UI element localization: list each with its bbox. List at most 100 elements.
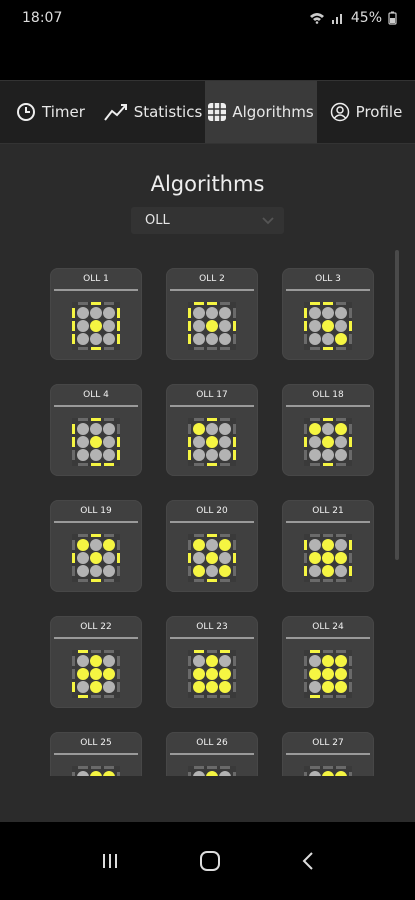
sticker (103, 681, 115, 693)
sticker (206, 539, 218, 551)
side-sticker (304, 450, 307, 460)
cube-diagram (72, 302, 120, 350)
side-sticker (323, 302, 333, 305)
card-divider (54, 753, 138, 755)
side-sticker (207, 302, 217, 305)
algorithm-card[interactable]: OLL 25 (50, 732, 142, 776)
side-sticker (72, 682, 75, 692)
side-sticker (91, 302, 101, 305)
sticker (193, 436, 205, 448)
side-sticker (194, 418, 204, 421)
side-sticker (78, 766, 88, 769)
back-icon[interactable] (301, 851, 315, 871)
tab-statistics[interactable]: Statistics (101, 81, 205, 143)
side-sticker (310, 766, 320, 769)
algorithm-name: OLL 24 (312, 622, 344, 632)
algorithm-card[interactable]: OLL 4 (50, 384, 142, 476)
algorithm-card[interactable]: OLL 26 (166, 732, 258, 776)
recent-apps-icon[interactable] (100, 852, 120, 870)
side-sticker (72, 553, 75, 563)
sticker (193, 307, 205, 319)
side-sticker (304, 682, 307, 692)
algorithm-card[interactable]: OLL 17 (166, 384, 258, 476)
system-nav-bar (0, 822, 415, 900)
side-sticker (117, 540, 120, 550)
algorithm-set-select[interactable]: OLL (131, 207, 284, 234)
sticker (77, 423, 89, 435)
sticker (103, 333, 115, 345)
side-sticker (91, 695, 101, 698)
sticker (103, 552, 115, 564)
side-sticker (220, 418, 230, 421)
algorithm-card[interactable]: OLL 27 (282, 732, 374, 776)
sticker (322, 552, 334, 564)
algorithm-card[interactable]: OLL 22 (50, 616, 142, 708)
side-sticker (117, 553, 120, 563)
battery-icon (388, 11, 397, 25)
side-sticker (233, 321, 236, 331)
algorithm-card[interactable]: OLL 3 (282, 268, 374, 360)
sticker (322, 449, 334, 461)
tab-profile[interactable]: Profile (317, 81, 415, 143)
sticker (103, 655, 115, 667)
side-sticker (104, 650, 114, 653)
sticker (322, 681, 334, 693)
clock-icon (17, 103, 36, 121)
algorithm-name: OLL 22 (80, 622, 112, 632)
side-sticker (104, 347, 114, 350)
tab-algorithms[interactable]: Algorithms (205, 81, 317, 143)
sticker (206, 436, 218, 448)
algorithm-name: OLL 27 (312, 738, 344, 748)
sticker (309, 668, 321, 680)
sticker (77, 668, 89, 680)
sticker (206, 449, 218, 461)
algorithm-card[interactable]: OLL 19 (50, 500, 142, 592)
side-sticker (304, 553, 307, 563)
sticker (219, 307, 231, 319)
side-sticker (323, 418, 333, 421)
side-sticker (349, 682, 352, 692)
sticker (77, 552, 89, 564)
card-divider (170, 405, 254, 407)
scrollbar[interactable] (395, 250, 399, 560)
side-sticker (188, 669, 191, 679)
algorithm-card[interactable]: OLL 20 (166, 500, 258, 592)
cube-diagram (188, 418, 236, 466)
side-sticker (304, 334, 307, 344)
sticker (90, 320, 102, 332)
sticker (335, 681, 347, 693)
side-sticker (336, 534, 346, 537)
side-sticker (310, 302, 320, 305)
sticker (206, 681, 218, 693)
algorithm-grid: OLL 1 OLL 2 OLL 3 OLL 4 OLL 17 OLL 18 OLL 19 OL… (0, 264, 415, 776)
sticker (103, 307, 115, 319)
chevron-down-icon (262, 216, 274, 224)
algorithm-card[interactable]: OLL 1 (50, 268, 142, 360)
side-sticker (91, 766, 101, 769)
side-sticker (117, 669, 120, 679)
tab-timer[interactable]: Timer (0, 81, 101, 143)
algorithm-card[interactable]: OLL 24 (282, 616, 374, 708)
sticker (335, 655, 347, 667)
side-sticker (349, 321, 352, 331)
sticker (335, 565, 347, 577)
algorithm-card[interactable]: OLL 21 (282, 500, 374, 592)
card-divider (286, 637, 370, 639)
sticker (219, 320, 231, 332)
sticker (103, 320, 115, 332)
tab-bar: Timer Statistics Algorithms Profile (0, 80, 415, 144)
algorithm-card[interactable]: OLL 18 (282, 384, 374, 476)
algorithm-card[interactable]: OLL 2 (166, 268, 258, 360)
sticker (103, 436, 115, 448)
side-sticker (91, 534, 101, 537)
side-sticker (72, 669, 75, 679)
side-sticker (194, 766, 204, 769)
side-sticker (188, 321, 191, 331)
algorithm-name: OLL 21 (312, 506, 344, 516)
sticker (206, 307, 218, 319)
home-icon[interactable] (199, 850, 221, 872)
side-sticker (117, 450, 120, 460)
algorithm-name: OLL 25 (80, 738, 112, 748)
side-sticker (194, 695, 204, 698)
algorithm-card[interactable]: OLL 23 (166, 616, 258, 708)
